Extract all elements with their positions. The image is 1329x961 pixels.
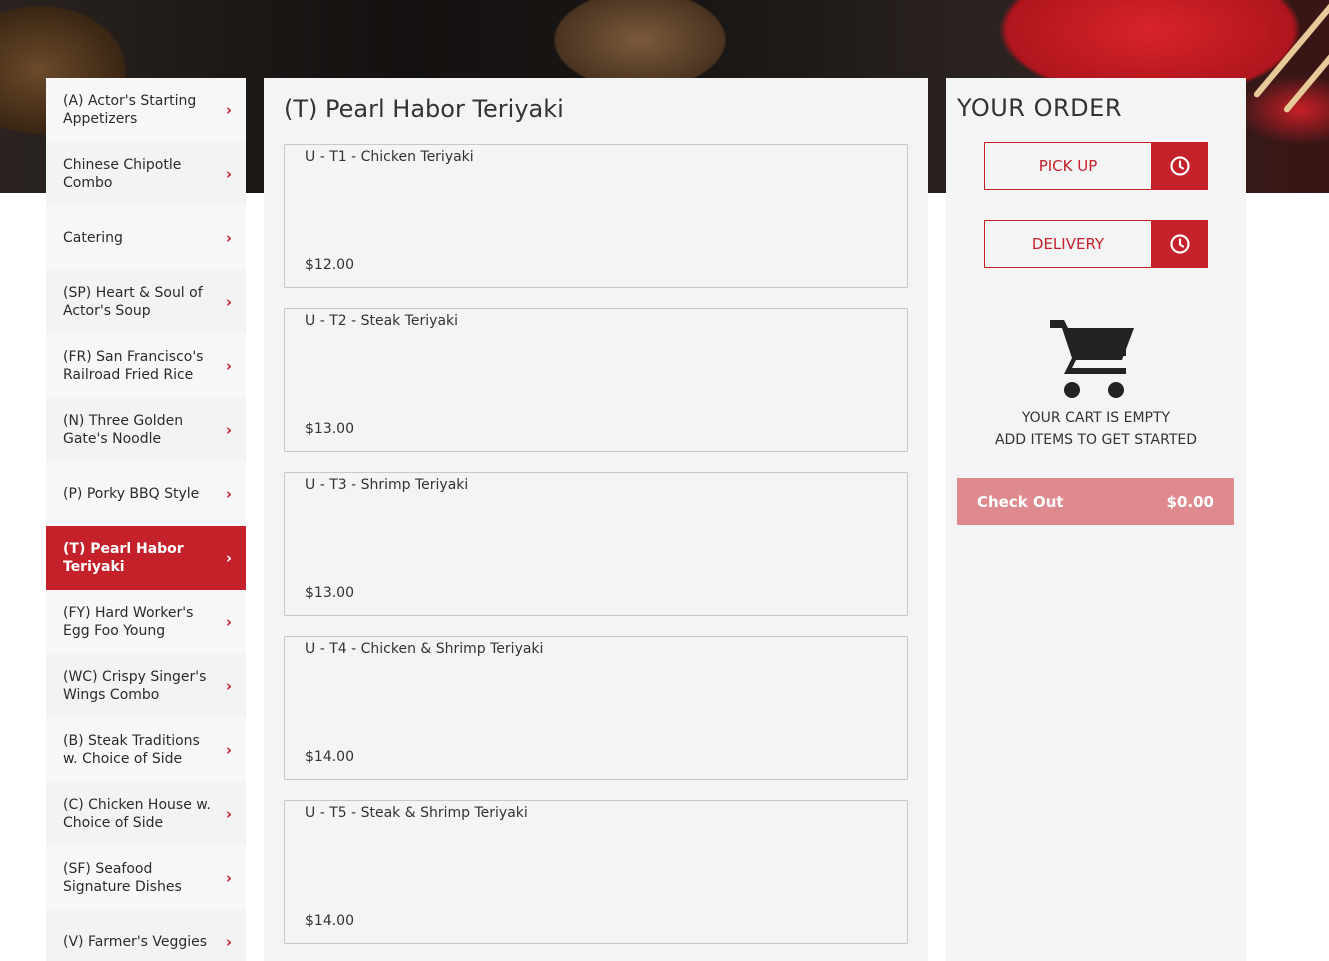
checkout-button[interactable]: Check Out $0.00 <box>957 478 1234 525</box>
menu-item-price: $13.00 <box>305 585 354 601</box>
chevron-right-icon: › <box>225 293 232 311</box>
menu-item-name: U - T2 - Steak Teriyaki <box>305 313 459 329</box>
category-label: (B) Steak Traditions w. Choice of Side <box>63 733 200 767</box>
category-label: (FR) San Francisco's Railroad Fried Rice <box>63 349 204 383</box>
category-label: (V) Farmer's Veggies <box>63 934 208 950</box>
menu-item-name: U - T1 - Chicken Teriyaki <box>305 149 474 165</box>
category-nav-item[interactable]: (B) Steak Traditions w. Choice of Side › <box>46 718 246 782</box>
category-label: (A) Actor's Starting Appetizers <box>63 93 197 127</box>
checkout-label: Check Out <box>977 492 1064 511</box>
category-label: Chinese Chipotle Combo <box>63 157 182 191</box>
category-label: (N) Three Golden Gate's Noodle <box>63 413 184 447</box>
category-label: (C) Chicken House w. Choice of Side <box>63 797 211 831</box>
cart-empty-hint: ADD ITEMS TO GET STARTED <box>994 432 1198 448</box>
chevron-right-icon: › <box>225 869 232 887</box>
cart-empty-text: YOUR CART IS EMPTY <box>1021 410 1171 426</box>
menu-item-name: U - T4 - Chicken & Shrimp Teriyaki <box>305 641 544 657</box>
menu-item-name: U - T5 - Steak & Shrimp Teriyaki <box>305 805 528 821</box>
menu-item-card[interactable]: U - T1 - Chicken Teriyaki $12.00 <box>284 144 908 288</box>
clock-icon[interactable] <box>1152 220 1208 268</box>
menu-item-list: U - T1 - Chicken Teriyaki $12.00 U - T2 - … <box>284 144 908 944</box>
chevron-right-icon: › <box>225 741 232 759</box>
clock-icon[interactable] <box>1152 142 1208 190</box>
category-label: (SP) Heart & Soul of Actor's Soup <box>63 285 203 319</box>
category-nav-item[interactable]: (V) Farmer's Veggies › <box>46 910 246 961</box>
category-nav-item[interactable]: (P) Porky BBQ Style › <box>46 462 246 526</box>
delivery-label: DELIVERY <box>984 220 1152 268</box>
menu-item-card[interactable]: U - T2 - Steak Teriyaki $13.00 <box>284 308 908 452</box>
category-nav-item[interactable]: (SF) Seafood Signature Dishes › <box>46 846 246 910</box>
category-nav-item[interactable]: Chinese Chipotle Combo › <box>46 142 246 206</box>
chevron-right-icon: › <box>225 101 232 119</box>
chevron-right-icon: › <box>225 613 232 631</box>
shopping-cart-icon <box>1050 320 1134 398</box>
menu-item-price: $14.00 <box>305 913 354 929</box>
menu-item-card[interactable]: U - T3 - Shrimp Teriyaki $13.00 <box>284 472 908 616</box>
menu-item-card[interactable]: U - T4 - Chicken & Shrimp Teriyaki $14.00 <box>284 636 908 780</box>
chevron-right-icon: › <box>225 805 232 823</box>
menu-item-price: $12.00 <box>305 257 354 273</box>
category-label: Catering <box>63 230 123 246</box>
chevron-right-icon: › <box>225 485 232 503</box>
order-panel: YOUR ORDER PICK UP DELIVERY YOUR CART IS… <box>946 78 1246 961</box>
category-label: (P) Porky BBQ Style <box>63 486 200 502</box>
menu-items-panel: (T) Pearl Habor Teriyaki U - T1 - Chicke… <box>264 78 928 961</box>
category-nav-item[interactable]: (A) Actor's Starting Appetizers › <box>46 78 246 142</box>
menu-item-name: U - T3 - Shrimp Teriyaki <box>305 477 469 493</box>
chevron-right-icon: › <box>225 677 232 695</box>
category-nav-item[interactable]: (N) Three Golden Gate's Noodle › <box>46 398 246 462</box>
chevron-right-icon: › <box>225 165 232 183</box>
category-nav-item[interactable]: (T) Pearl Habor Teriyaki › <box>46 526 246 590</box>
category-title: (T) Pearl Habor Teriyaki <box>284 95 564 123</box>
chevron-right-icon: › <box>225 357 232 375</box>
category-nav-item[interactable]: (FR) San Francisco's Railroad Fried Rice… <box>46 334 246 398</box>
pickup-label: PICK UP <box>984 142 1152 190</box>
chevron-right-icon: › <box>225 421 232 439</box>
category-label: (FY) Hard Worker's Egg Foo Young <box>63 605 194 639</box>
chevron-right-icon: › <box>225 229 232 247</box>
chevron-right-icon: › <box>225 933 232 951</box>
category-label: (T) Pearl Habor Teriyaki <box>63 541 184 575</box>
chopstick-decoration <box>1252 0 1329 99</box>
order-title: YOUR ORDER <box>957 94 1122 122</box>
category-nav-item[interactable]: (WC) Crispy Singer's Wings Combo › <box>46 654 246 718</box>
category-nav-item[interactable]: (FY) Hard Worker's Egg Foo Young › <box>46 590 246 654</box>
category-nav-item[interactable]: (C) Chicken House w. Choice of Side › <box>46 782 246 846</box>
menu-item-card[interactable]: U - T5 - Steak & Shrimp Teriyaki $14.00 <box>284 800 908 944</box>
category-label: (SF) Seafood Signature Dishes <box>63 861 182 895</box>
checkout-total: $0.00 <box>1166 492 1214 511</box>
menu-item-price: $14.00 <box>305 749 354 765</box>
category-nav: (A) Actor's Starting Appetizers › Chinese … <box>46 78 246 961</box>
category-nav-item[interactable]: Catering › <box>46 206 246 270</box>
category-nav-item[interactable]: (SP) Heart & Soul of Actor's Soup › <box>46 270 246 334</box>
menu-item-price: $13.00 <box>305 421 354 437</box>
delivery-button[interactable]: DELIVERY <box>984 220 1208 268</box>
chevron-right-icon: › <box>225 549 232 567</box>
pickup-button[interactable]: PICK UP <box>984 142 1208 190</box>
category-label: (WC) Crispy Singer's Wings Combo <box>63 669 207 703</box>
